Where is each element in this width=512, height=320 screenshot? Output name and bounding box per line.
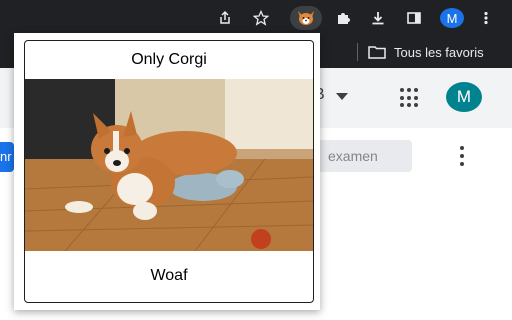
browser-toolbar: M: [0, 0, 512, 36]
download-icon[interactable]: [366, 6, 390, 30]
account-avatar[interactable]: M: [446, 82, 482, 112]
page-more-icon[interactable]: [456, 146, 468, 166]
corgi-illustration: [25, 79, 313, 251]
star-icon[interactable]: [249, 6, 273, 30]
all-bookmarks-folder[interactable]: Tous les favoris: [368, 42, 484, 62]
chevron-down-icon[interactable]: [336, 93, 348, 100]
all-bookmarks-label: Tous les favoris: [394, 44, 484, 60]
corgi-extension-button[interactable]: [290, 6, 322, 30]
more-vert-icon[interactable]: [474, 6, 498, 30]
side-panel-icon[interactable]: [402, 6, 426, 30]
profile-avatar[interactable]: M: [440, 8, 464, 28]
corgi-extension-icon: [298, 11, 314, 25]
share-icon[interactable]: [213, 6, 237, 30]
corgi-photo: [25, 79, 313, 251]
apps-grid-icon[interactable]: [400, 88, 420, 108]
popup-card: Only Corgi Woaf: [24, 40, 314, 303]
search-field[interactable]: examen: [318, 140, 412, 172]
extension-popup: Only Corgi Woaf: [14, 33, 320, 310]
popup-footer-text: Woaf: [150, 267, 188, 284]
puzzle-icon[interactable]: [331, 6, 355, 30]
page-action-button[interactable]: nr: [0, 142, 14, 172]
bookmarks-divider: [357, 43, 358, 61]
popup-title: Only Corgi: [131, 51, 207, 68]
folder-icon: [368, 46, 386, 59]
